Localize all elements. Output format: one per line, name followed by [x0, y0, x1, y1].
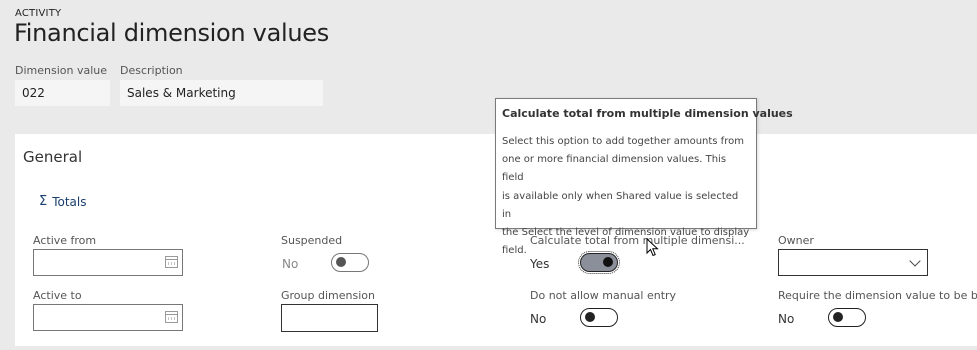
totals-button[interactable]: Σ Totals: [39, 194, 87, 209]
owner-label: Owner: [778, 234, 814, 247]
sigma-icon: Σ: [39, 194, 48, 209]
active-from-label: Active from: [33, 234, 97, 247]
require-toggle[interactable]: [828, 308, 866, 327]
suspended-value: No: [282, 257, 299, 271]
active-from-input[interactable]: [33, 249, 183, 276]
dimension-value-label: Dimension value: [15, 64, 108, 77]
dimension-value-field[interactable]: 022: [15, 80, 110, 106]
require-value: No: [778, 312, 795, 326]
tooltip-line: field.: [502, 245, 527, 257]
general-section-header[interactable]: General: [23, 148, 82, 166]
group-dimension-label: Group dimension: [281, 289, 375, 302]
owner-select[interactable]: [778, 249, 928, 276]
activity-label: ACTIVITY: [15, 8, 62, 19]
calendar-icon[interactable]: [165, 256, 178, 268]
no-manual-entry-label: Do not allow manual entry: [530, 289, 677, 302]
description-label: Description: [120, 64, 183, 77]
active-to-label: Active to: [33, 289, 82, 302]
require-label: Require the dimension value to be ba...: [778, 289, 977, 302]
tooltip-title: Calculate total from multiple dimension …: [502, 107, 793, 120]
group-dimension-input[interactable]: [281, 304, 378, 332]
toggle-knob: [336, 257, 346, 267]
tooltip-line: Select this option to add together amoun…: [502, 136, 744, 147]
tooltip-line: is available only when Shared value is s…: [502, 190, 739, 220]
suspended-toggle[interactable]: [331, 253, 369, 272]
tooltip: Calculate total from multiple dimension …: [495, 98, 793, 256]
calendar-icon[interactable]: [165, 311, 178, 323]
no-manual-entry-value: No: [530, 312, 547, 326]
chevron-down-icon[interactable]: [909, 255, 921, 267]
totals-label: Totals: [52, 194, 87, 209]
tooltip-line: one or more financial dimension values. …: [502, 154, 727, 184]
description-field[interactable]: Sales & Marketing: [120, 80, 323, 106]
active-to-input[interactable]: [33, 304, 183, 331]
tooltip-body: Select this option to add together amoun…: [502, 133, 750, 260]
toggle-knob: [585, 312, 595, 322]
tooltip-line: the Select the level of dimension value …: [502, 227, 750, 239]
suspended-label: Suspended: [281, 234, 343, 247]
mouse-cursor-icon: [646, 238, 659, 257]
page-title: Financial dimension values: [14, 19, 329, 47]
toggle-knob: [833, 312, 843, 322]
no-manual-entry-toggle[interactable]: [580, 308, 618, 327]
